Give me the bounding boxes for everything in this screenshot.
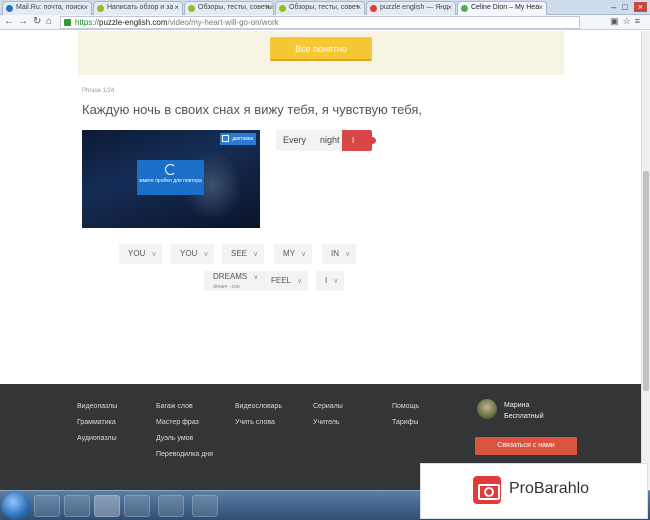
chevron-down-icon: ∨ — [253, 251, 259, 258]
footer-column: Сериалы Учитель — [313, 399, 343, 431]
reload-icon[interactable]: ↻ — [33, 16, 41, 27]
footer-link[interactable]: Сериалы — [313, 399, 343, 415]
chevron-down-icon: ∨ — [151, 251, 157, 258]
window-controls: –□ × — [611, 2, 647, 12]
word-option[interactable]: DREAMS ∨ dream - сон — [204, 271, 265, 291]
tab-close-icon[interactable]: × — [447, 2, 452, 14]
page-content: Все понятно Phrase 1/24 Каждую ночь в св… — [0, 31, 641, 490]
footer-column: Багаж слов Мастер фраз Дуэль умов Перево… — [156, 399, 213, 463]
tab-close-icon[interactable]: × — [265, 2, 270, 14]
chrome-icon[interactable] — [94, 495, 120, 517]
word-option[interactable]: I ∨ — [316, 271, 345, 291]
browser-tab-strip: Mail.Ru: почта, поиск × Написать обзор и … — [0, 0, 650, 15]
watermark-text: ProBarahlo — [509, 480, 590, 497]
footer-link[interactable]: Учитель — [313, 415, 343, 431]
tab-close-icon[interactable]: × — [83, 2, 88, 14]
volume-icon[interactable] — [124, 495, 150, 517]
browser-tab[interactable]: puzzle english — Янд × — [366, 1, 456, 15]
footer-link[interactable]: Видеопазлы — [77, 399, 117, 415]
address-bar[interactable]: https://puzzle-english.com/video/my-hear… — [60, 16, 580, 29]
avatar[interactable] — [477, 399, 497, 419]
word-option[interactable]: YOU ∨ — [119, 244, 163, 264]
browser-tab-active[interactable]: Celine Dion – My Hea × — [457, 1, 547, 15]
word-hint: dream - сон — [213, 284, 240, 290]
media-player-icon[interactable] — [64, 495, 90, 517]
tab-close-icon[interactable]: × — [538, 2, 543, 14]
word-option[interactable]: FEEL ∨ — [262, 271, 309, 291]
footer-column: Помощь Тарифы — [392, 399, 419, 431]
tab-favicon — [461, 5, 468, 12]
user-plan: Бесплатный — [504, 413, 544, 420]
footer-column: Видеословарь Учить слова — [235, 399, 282, 431]
camera-logo-icon — [473, 476, 501, 504]
chevron-down-icon: ∨ — [333, 278, 339, 285]
browser-tab[interactable]: Mail.Ru: почта, поиск × — [2, 1, 92, 15]
bookmark-star-icon[interactable]: ☆ — [623, 16, 635, 26]
lock-icon — [64, 19, 71, 26]
contact-us-button[interactable]: Связаться с нами — [475, 437, 577, 455]
tab-close-icon[interactable]: × — [174, 2, 179, 14]
tab-favicon — [188, 5, 195, 12]
page-scrollbar[interactable] — [641, 31, 650, 490]
chevron-down-icon: ∨ — [253, 274, 259, 281]
tab-close-icon[interactable]: × — [356, 2, 361, 14]
word-option[interactable]: MY ∨ — [274, 244, 313, 264]
phrase-translation: Каждую ночь в своих снах я вижу тебя, я … — [82, 102, 423, 117]
word-option[interactable]: IN ∨ — [322, 244, 357, 264]
user-name[interactable]: Марина — [504, 400, 544, 411]
footer-link[interactable]: Дуэль умов — [156, 431, 213, 447]
notice-banner: Все понятно — [78, 31, 564, 75]
tab-favicon — [279, 5, 286, 12]
tools-icon[interactable] — [158, 495, 184, 517]
footer-link[interactable]: Учить слова — [235, 415, 282, 431]
footer-column: Видеопазлы Грамматика Аудиопазлы — [77, 399, 117, 447]
browser-tab[interactable]: Обзоры, тесты, совет × — [275, 1, 365, 15]
footer-link[interactable]: Тарифы — [392, 415, 419, 431]
forward-icon[interactable]: → — [18, 16, 28, 27]
footer-link[interactable]: Аудиопазлы — [77, 431, 117, 447]
got-it-button[interactable]: Все понятно — [270, 37, 372, 61]
replay-icon — [165, 164, 176, 175]
tab-favicon — [6, 5, 13, 12]
phrase-counter: Phrase 1/24 — [82, 88, 115, 94]
minimize-icon[interactable]: – — [611, 2, 622, 12]
tab-favicon — [370, 5, 377, 12]
dictation-button[interactable]: диктовка — [220, 133, 256, 145]
chevron-down-icon: ∨ — [203, 251, 209, 258]
word-option[interactable]: YOU ∨ — [171, 244, 215, 264]
footer-link[interactable]: Видеословарь — [235, 399, 282, 415]
toolbar-icons: ▣☆≡ — [610, 16, 644, 27]
maximize-icon[interactable]: □ — [622, 2, 633, 12]
answer-word[interactable]: night — [320, 135, 340, 145]
back-icon[interactable]: ← — [4, 16, 14, 27]
user-info: Марина Бесплатный — [504, 400, 544, 422]
start-button-icon[interactable] — [2, 492, 30, 520]
editor-icon[interactable] — [192, 495, 218, 517]
dictation-icon — [222, 135, 230, 142]
close-window-icon[interactable]: × — [633, 2, 647, 12]
word-option[interactable]: SEE ∨ — [222, 244, 265, 264]
chevron-down-icon: ∨ — [297, 278, 303, 285]
chevron-down-icon: ∨ — [301, 251, 307, 258]
replay-button[interactable]: жмите пробел для повтора — [137, 160, 204, 195]
footer-link[interactable]: Грамматика — [77, 415, 117, 431]
translate-icon[interactable]: ▣ — [610, 16, 623, 26]
watermark: ProBarahlo — [420, 463, 648, 519]
footer-link[interactable]: Мастер фраз — [156, 415, 213, 431]
answer-word[interactable]: Every — [283, 135, 306, 145]
menu-icon[interactable]: ≡ — [635, 16, 644, 26]
home-icon[interactable]: ⌂ — [46, 16, 52, 27]
footer-link[interactable]: Багаж слов — [156, 399, 213, 415]
current-word-slot[interactable]: I — [342, 130, 376, 151]
browser-toolbar: ← → ↻ ⌂ https://puzzle-english.com/video… — [0, 15, 650, 30]
browser-tab[interactable]: Написать обзор и за × — [93, 1, 183, 15]
tab-favicon — [97, 5, 104, 12]
browser-tab[interactable]: Обзоры, тесты, советы × — [184, 1, 274, 15]
video-player[interactable]: диктовка жмите пробел для повтора — [82, 130, 260, 228]
scrollbar-thumb[interactable] — [643, 171, 649, 391]
footer-link[interactable]: Помощь — [392, 399, 419, 415]
chevron-down-icon: ∨ — [345, 251, 351, 258]
footer-link[interactable]: Переводилка дня — [156, 447, 213, 463]
folder-icon[interactable] — [34, 495, 60, 517]
